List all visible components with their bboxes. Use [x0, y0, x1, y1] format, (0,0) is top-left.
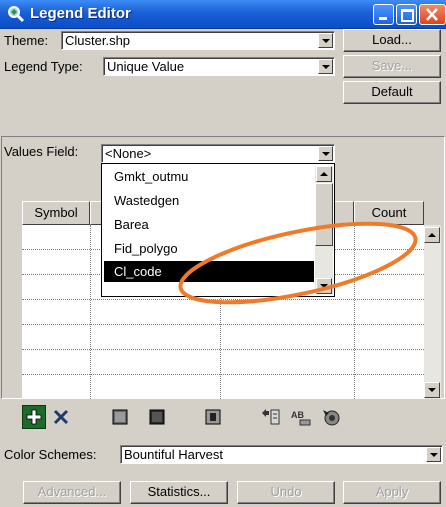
dropdown-option[interactable]: Fid_polygo [104, 238, 314, 259]
theme-label: Theme: [4, 33, 49, 48]
column-header-count[interactable]: Count [354, 201, 424, 225]
window-title: Legend Editor [30, 5, 131, 22]
scroll-thumb[interactable] [315, 183, 333, 246]
legend-editor-window: Legend Editor Theme: Cluster.shp Load...… [0, 0, 446, 507]
add-icon[interactable] [22, 405, 46, 429]
close-icon [426, 8, 438, 21]
dropdown-scrollbar[interactable] [315, 166, 333, 294]
statistics-button[interactable]: Statistics... [130, 481, 228, 504]
values-field-label: Values Field: [4, 144, 79, 159]
scroll-up-icon[interactable] [424, 227, 440, 243]
chevron-down-icon[interactable] [318, 59, 333, 74]
table-row[interactable] [22, 325, 424, 350]
advanced-icon[interactable] [319, 405, 343, 429]
minimize-button[interactable] [373, 4, 394, 25]
svg-text:AB: AB [291, 410, 304, 420]
default-button[interactable]: Default [343, 81, 441, 104]
label-icon[interactable]: AB [289, 405, 313, 429]
chevron-down-icon[interactable] [318, 33, 333, 48]
dropdown-option-selected[interactable]: Cl_code [104, 261, 314, 282]
advanced-button[interactable]: Advanced... [23, 481, 121, 504]
maximize-button[interactable] [396, 4, 417, 25]
color-schemes-value: Bountiful Harvest [124, 447, 223, 462]
color-schemes-label: Color Schemes: [4, 447, 97, 462]
scroll-down-icon[interactable] [316, 278, 332, 294]
shade-light-icon[interactable] [108, 405, 132, 429]
values-field-select[interactable]: <None> [101, 144, 335, 163]
theme-value: Cluster.shp [65, 33, 131, 48]
null-value-icon[interactable] [201, 405, 225, 429]
values-field-dropdown[interactable]: Gmkt_outmu Wastedgen Barea Fid_polygo Cl… [101, 163, 335, 297]
title-bar[interactable]: Legend Editor [0, 0, 446, 29]
undo-button[interactable]: Undo [237, 481, 335, 504]
save-button[interactable]: Save... [343, 55, 441, 78]
theme-select[interactable]: Cluster.shp [61, 31, 335, 50]
legend-type-select[interactable]: Unique Value [103, 57, 335, 76]
legend-type-label: Legend Type: [4, 59, 83, 74]
table-row[interactable] [22, 350, 424, 375]
apply-button[interactable]: Apply [343, 481, 441, 504]
grid-scrollbar[interactable] [424, 225, 441, 399]
dropdown-option[interactable]: Wastedgen [104, 190, 314, 211]
scroll-up-icon[interactable] [316, 166, 332, 182]
chevron-down-icon[interactable] [318, 146, 333, 161]
scroll-down-icon[interactable] [424, 382, 440, 398]
shade-dark-icon[interactable] [145, 405, 169, 429]
table-row[interactable] [22, 300, 424, 325]
column-header-symbol[interactable]: Symbol [22, 201, 90, 225]
delete-icon[interactable] [49, 405, 73, 429]
color-schemes-select[interactable]: Bountiful Harvest [120, 445, 443, 464]
dropdown-option[interactable]: Barea [104, 214, 314, 235]
legend-editor-icon [7, 5, 25, 23]
chevron-down-icon[interactable] [426, 447, 441, 462]
legend-type-value: Unique Value [107, 59, 185, 74]
values-field-value: <None> [105, 146, 152, 161]
close-button[interactable] [419, 4, 446, 25]
grid-divider [354, 225, 355, 399]
dropdown-option[interactable]: Gmkt_outmu [104, 166, 314, 187]
load-button[interactable]: Load... [343, 29, 441, 52]
sort-icon[interactable] [259, 405, 283, 429]
table-row[interactable] [22, 375, 424, 399]
grid-divider [90, 225, 91, 399]
